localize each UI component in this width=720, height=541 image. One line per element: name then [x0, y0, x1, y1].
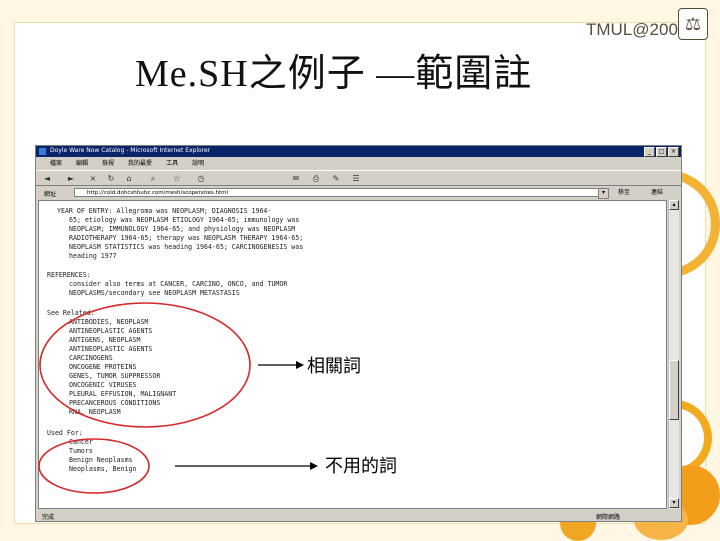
menu-help[interactable]: 說明 [192, 158, 204, 169]
home-icon[interactable]: ⌂ [124, 174, 134, 183]
used-for-term: Tumors [69, 447, 93, 455]
address-label: 網址 [44, 191, 57, 198]
related-term[interactable]: ANTIGENS, NEOPLASM [69, 336, 140, 345]
stop-icon[interactable]: × [88, 174, 98, 183]
close-button[interactable]: × [668, 147, 679, 157]
history-icon[interactable]: ◷ [196, 174, 206, 183]
links-button[interactable]: 連結 [651, 188, 679, 197]
used-for-heading: Used For: [47, 429, 83, 437]
used-for-term: Cancer [69, 438, 93, 446]
scroll-down-icon[interactable]: ▾ [669, 498, 679, 508]
maximize-button[interactable]: □ [656, 147, 667, 157]
related-term[interactable]: GENES, TUMOR SUPPRESSOR [69, 372, 160, 381]
related-term[interactable]: PLEURAL EFFUSION, MALIGNANT [69, 390, 176, 399]
text-line: NEOPLASMS/secondary see NEOPLASM METASTA… [69, 289, 240, 297]
related-term[interactable]: ANTINEOPLASTIC AGENTS [69, 345, 152, 354]
scroll-thumb[interactable] [669, 360, 679, 420]
window-titlebar[interactable]: Doyle Ware Now Catalog - Microsoft Inter… [36, 146, 681, 157]
scroll-up-icon[interactable]: ▴ [669, 200, 679, 210]
see-related-heading: See Related: [47, 309, 95, 317]
text-line: NEOPLASM; IMMUNOLOGY 1964-65; and physio… [69, 225, 296, 233]
related-term[interactable]: ONCOGENIC VIRUSES [69, 381, 137, 390]
menu-tools[interactable]: 工具 [166, 158, 178, 169]
slide-title: Me.SH之例子 —範圍註 [135, 53, 533, 95]
logo-badge-icon: ⚖ [678, 8, 708, 40]
status-zone: 網際網路 [596, 514, 621, 521]
logo-text: TMUL@2006 [586, 20, 688, 39]
chevron-down-icon[interactable]: ▾ [598, 188, 609, 199]
edit-icon[interactable]: ✎ [331, 174, 341, 183]
related-label: 相關詞 [307, 356, 361, 377]
forward-icon[interactable]: ► [66, 174, 76, 183]
menu-file[interactable]: 檔案 [50, 158, 62, 169]
used-for-term: Neoplasms, Benign [69, 465, 137, 473]
favorites-icon[interactable]: ☆ [172, 174, 182, 183]
address-input[interactable]: http://cold.dohcshhuhz.com/mesh/scopenot… [74, 188, 606, 197]
window-title: Doyle Ware Now Catalog - Microsoft Inter… [50, 147, 211, 154]
related-term[interactable]: ONCOGENE PROTEINS [69, 363, 137, 372]
text-line: heading 1977 [69, 252, 117, 260]
related-term[interactable]: RNA, NEOPLASM [69, 408, 121, 417]
address-bar: 網址 http://cold.dohcshhuhz.com/mesh/scope… [36, 186, 681, 199]
go-button[interactable]: 移至 [618, 188, 648, 197]
window-controls: _ □ × [644, 147, 679, 157]
unused-label: 不用的詞 [325, 456, 397, 477]
mail-icon[interactable]: ✉ [291, 174, 301, 183]
menu-bar: 檔案 編輯 檢視 我的最愛 工具 說明 [36, 158, 681, 169]
text-line: YEAR OF ENTRY: Allegroma was NEOPLASM; D… [57, 207, 272, 215]
menu-favorites[interactable]: 我的最愛 [128, 158, 152, 169]
discuss-icon[interactable]: ☰ [351, 174, 361, 183]
status-bar: 完成 網際網路 [36, 510, 681, 521]
status-text: 完成 [42, 514, 55, 521]
back-icon[interactable]: ◄ [42, 174, 52, 183]
references-heading: REFERENCES: [47, 271, 91, 279]
used-for-term: Benign Neoplasms [69, 456, 133, 464]
ie-icon [39, 148, 46, 155]
menu-view[interactable]: 檢視 [102, 158, 114, 169]
toolbar: ◄ ► × ↻ ⌂ ⌕ ☆ ◷ ✉ ⎙ ✎ ☰ [36, 170, 681, 186]
refresh-icon[interactable]: ↻ [106, 174, 116, 183]
related-term[interactable]: PRECANCEROUS CONDITIONS [69, 399, 160, 408]
print-icon[interactable]: ⎙ [311, 174, 321, 183]
related-term[interactable]: ANTIBODIES, NEOPLASM [69, 318, 148, 327]
text-line: RADIOTHERAPY 1964-65; therapy was NEOPLA… [69, 234, 304, 242]
text-line: 65; etiology was NEOPLASM ETIOLOGY 1964-… [69, 216, 300, 224]
vertical-scrollbar[interactable]: ▴ ▾ [668, 200, 679, 509]
search-icon[interactable]: ⌕ [148, 174, 158, 183]
related-term[interactable]: ANTINEOPLASTIC AGENTS [69, 327, 152, 336]
minimize-button[interactable]: _ [644, 147, 655, 157]
text-line: NEOPLASM STATISTICS was heading 1964-65;… [69, 243, 304, 251]
text-line: consider also terms at CANCER, CARCINO, … [69, 280, 288, 288]
related-term[interactable]: CARCINOGENS [69, 354, 113, 363]
menu-edit[interactable]: 編輯 [76, 158, 88, 169]
